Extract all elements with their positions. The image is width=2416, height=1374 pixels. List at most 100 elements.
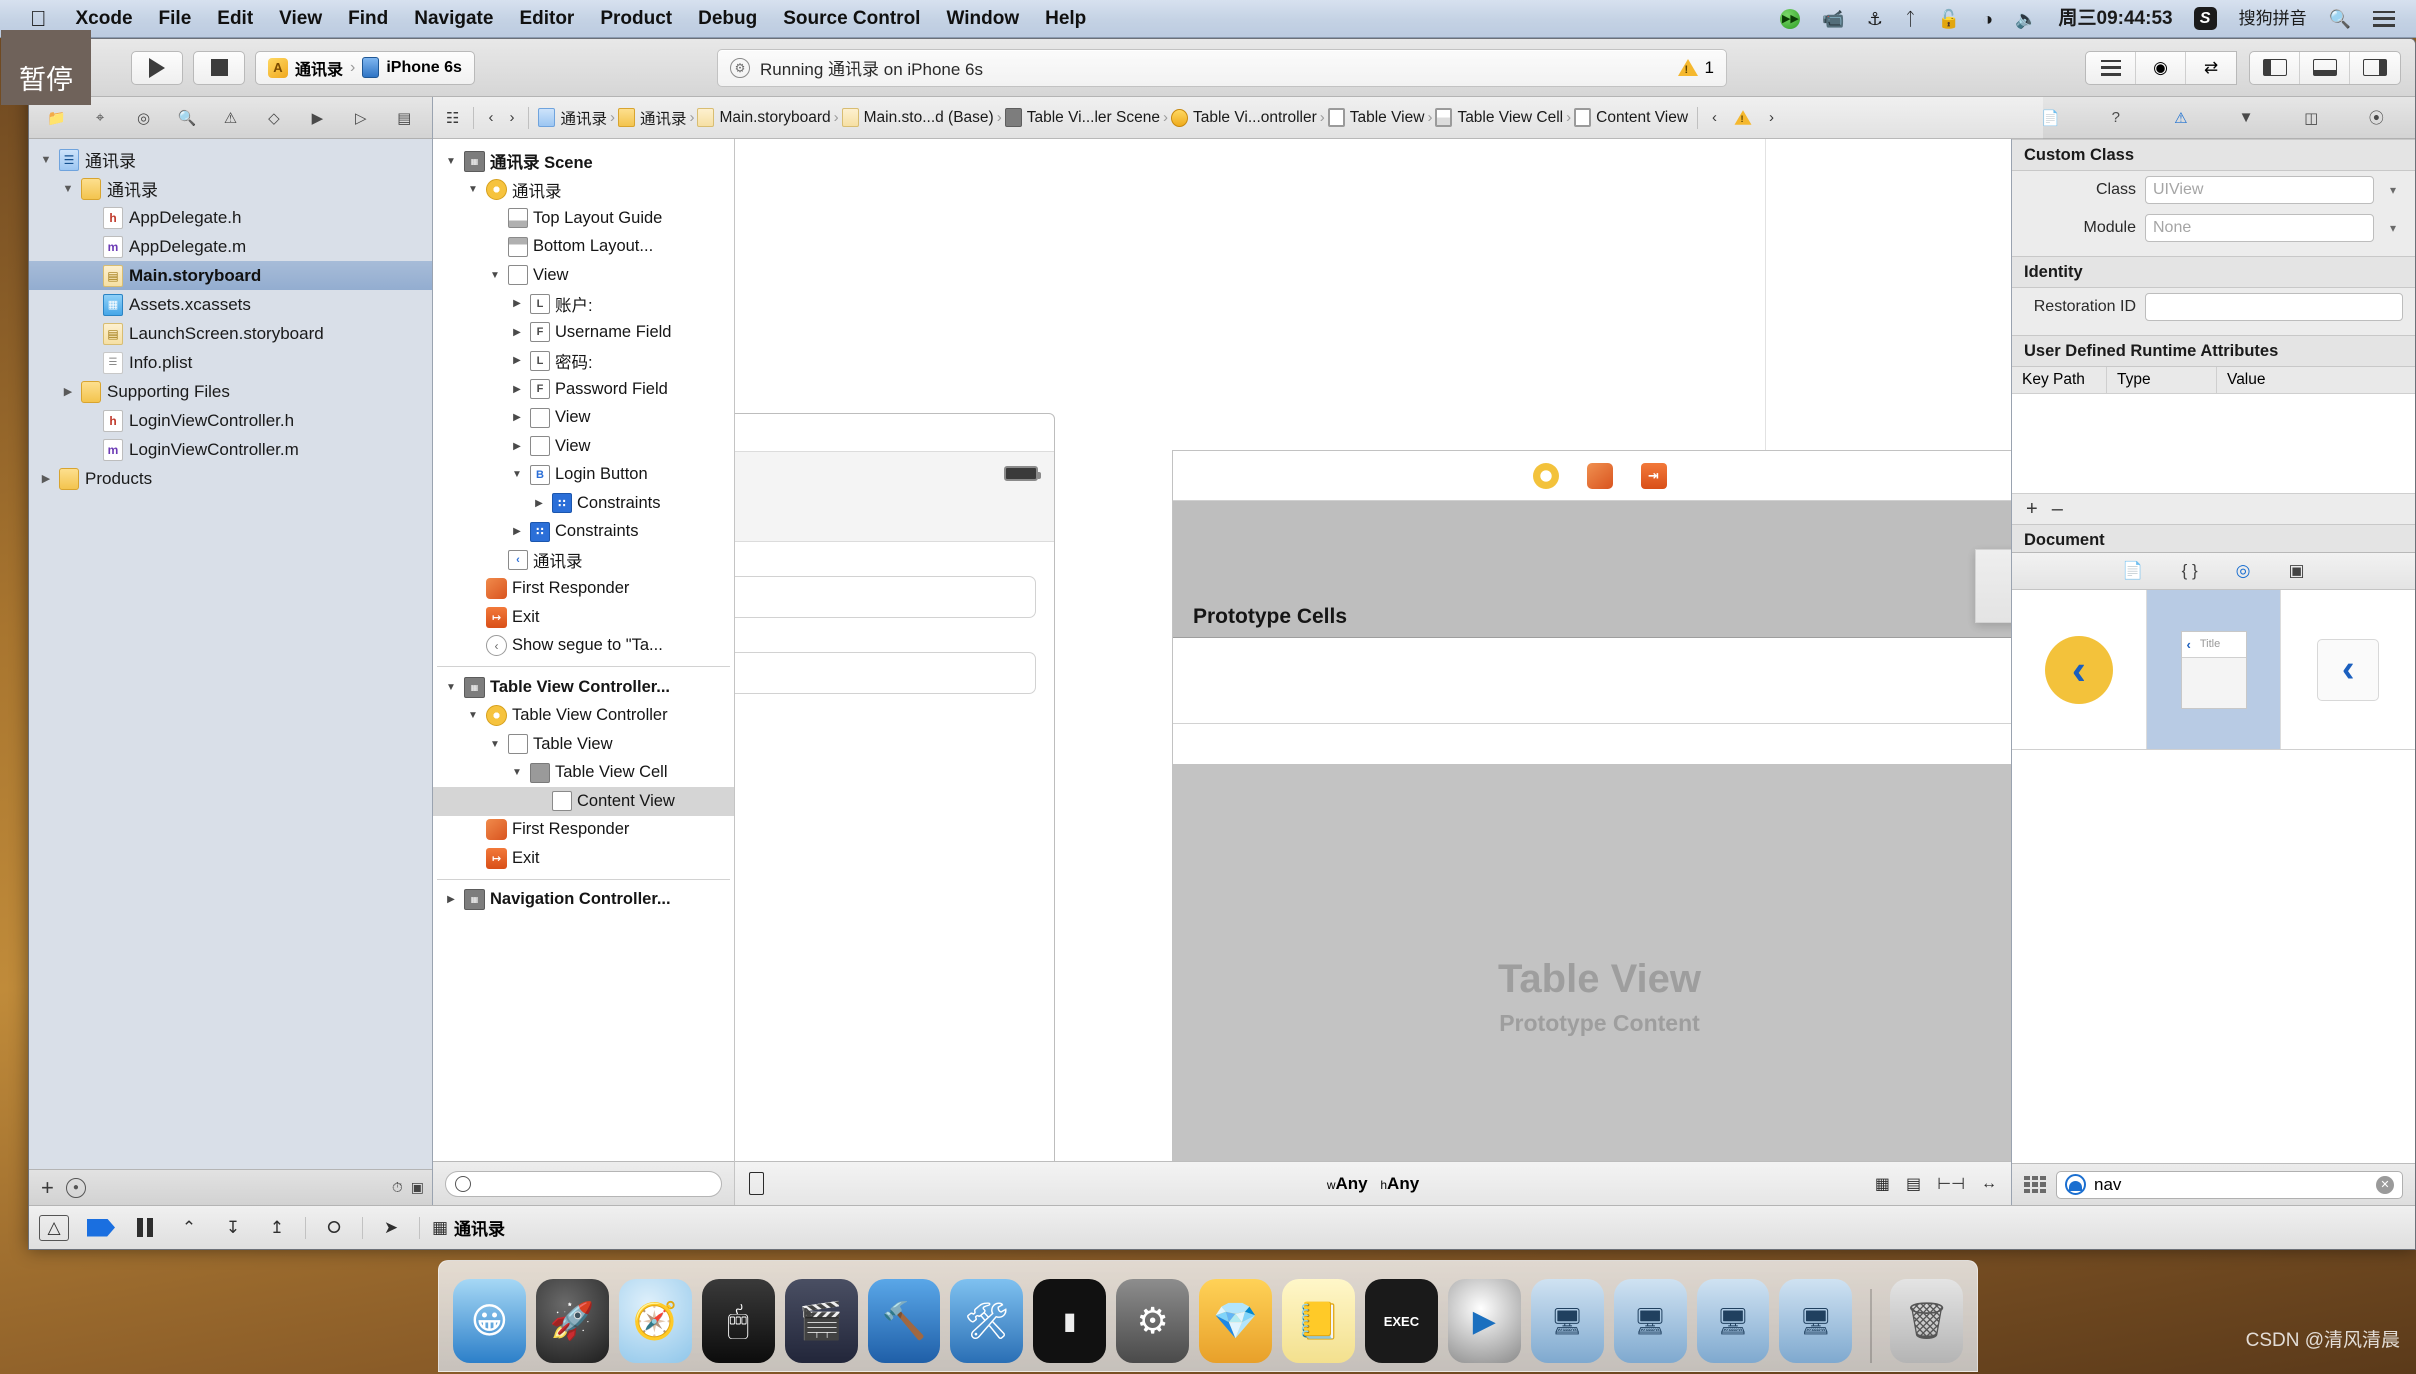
clear-icon[interactable]: ✕ <box>2376 1175 2394 1194</box>
class-input[interactable]: UIView <box>2145 176 2374 204</box>
menu-bar-clock[interactable]: 周三09:44:53 <box>2049 0 2183 38</box>
disclosure-triangle-icon[interactable]: ▼ <box>61 183 75 195</box>
menu-item-debug[interactable]: Debug <box>685 0 770 38</box>
debug-view-hierarchy-button[interactable]: ⭘ <box>312 1213 356 1243</box>
breadcrumb-item-4[interactable]: Table Vi...ler Scene <box>1004 108 1160 127</box>
chevron-down-icon[interactable]: ▾ <box>2383 214 2403 242</box>
device-icon[interactable] <box>749 1172 764 1195</box>
outline-row-13[interactable]: ▶ ∷ Constraints <box>433 518 734 547</box>
dock-item-system-preferences[interactable]: ⚙ <box>1116 1279 1190 1363</box>
airplay-icon[interactable]: ⚓ <box>1856 0 1894 38</box>
disclosure-triangle-icon[interactable]: ▶ <box>61 385 75 398</box>
runtime-attributes-table-body[interactable] <box>2012 394 2415 494</box>
file-row-supporting-files[interactable]: ▶ Supporting Files <box>29 377 432 406</box>
control-center-icon[interactable] <box>2362 0 2406 38</box>
prototype-cell[interactable] <box>1173 638 2011 724</box>
module-input[interactable]: None <box>2145 214 2374 242</box>
file-row-通讯录[interactable]: ▼ 通讯录 <box>29 174 432 203</box>
disclosure-triangle-icon[interactable]: ▼ <box>465 710 481 721</box>
code-snippet-library-icon[interactable]: { } <box>2182 561 2198 581</box>
standard-editor-icon[interactable] <box>2086 51 2136 84</box>
library-item-navigation-controller[interactable]: ‹ <box>2012 590 2147 749</box>
status-issues[interactable]: 1 <box>1677 58 1714 78</box>
screen-record-icon[interactable]: 📹 <box>1811 0 1855 38</box>
menu-item-view[interactable]: View <box>266 0 335 38</box>
disclosure-triangle-icon[interactable]: ▶ <box>531 498 547 509</box>
dock-item-finder[interactable]: 😀 <box>452 1279 526 1363</box>
size-class-indicator[interactable]: wAny hAny <box>1327 1174 1419 1194</box>
tab-project-navigator[interactable]: 📁 <box>42 105 72 131</box>
simulate-location-button[interactable]: ➤ <box>369 1213 413 1243</box>
filter-circle-icon[interactable]: ● <box>65 1177 86 1198</box>
add-file-button[interactable]: + <box>37 1175 58 1201</box>
debug-process-label[interactable]: 通讯录 <box>454 1215 505 1240</box>
volume-icon[interactable]: 🔈 <box>2004 0 2048 38</box>
outline-row-19[interactable]: ▼ Table View Controller <box>433 702 734 731</box>
breadcrumb-item-0[interactable]: 通讯录 <box>538 107 607 129</box>
disclosure-triangle-icon[interactable]: ▶ <box>39 472 53 485</box>
dock-item-safari[interactable]: 🧭 <box>618 1279 692 1363</box>
breadcrumb-item-7[interactable]: Table View Cell <box>1435 108 1563 127</box>
stop-button[interactable] <box>193 50 245 85</box>
login-scene[interactable] <box>735 413 1055 1205</box>
align-icon[interactable]: ▦ <box>1875 1174 1890 1194</box>
dock-item-sketch[interactable]: 💎 <box>1199 1279 1273 1363</box>
tab-source-control-navigator[interactable]: ⌖ <box>85 105 115 131</box>
resolve-issues-icon[interactable]: ⊢⊣ <box>1937 1174 1965 1194</box>
panel-toggle-segment[interactable] <box>2249 50 2401 85</box>
disclosure-triangle-icon[interactable]: ▶ <box>509 441 525 452</box>
file-row-appdelegate-m[interactable]: m AppDelegate.m <box>29 232 432 261</box>
menu-item-window[interactable]: Window <box>933 0 1032 38</box>
disclosure-triangle-icon[interactable]: ▶ <box>509 327 525 338</box>
related-items-icon[interactable]: ☷ <box>441 109 464 127</box>
view-controller-icon[interactable] <box>1532 462 1559 489</box>
step-into-button[interactable]: ↧ <box>211 1213 255 1243</box>
breadcrumb-item-2[interactable]: Main.storyboard <box>697 108 831 127</box>
media-library-icon[interactable]: ▣ <box>2289 561 2305 581</box>
outline-row-21[interactable]: ▼ Table View Cell <box>433 759 734 788</box>
wifi-icon[interactable]: ◑ <box>1971 0 2004 38</box>
source-control-filter-icon[interactable]: ▣ <box>411 1179 424 1196</box>
previous-issue-button[interactable]: ‹ <box>1707 109 1722 126</box>
outline-row-3[interactable]: Bottom Layout... <box>433 233 734 262</box>
resizing-icon[interactable]: ↔ <box>1981 1175 1997 1193</box>
menu-item-navigate[interactable]: Navigate <box>401 0 506 38</box>
outline-row-11[interactable]: ▼ B Login Button <box>433 461 734 490</box>
bluetooth-icon[interactable]: ᛏ <box>1894 0 1927 38</box>
hide-debug-area-icon[interactable]: △ <box>39 1214 69 1241</box>
run-button[interactable] <box>131 50 183 85</box>
outline-search-input[interactable] <box>445 1170 722 1197</box>
activity-status-bar[interactable]: ⚙ Running 通讯录 on iPhone 6s 1 <box>717 48 1727 87</box>
version-editor-icon[interactable]: ⇄ <box>2186 52 2236 84</box>
outline-row-20[interactable]: ▼ Table View <box>433 730 734 759</box>
process-icon[interactable]: ▦ <box>426 1213 454 1243</box>
dock-item-mouse-app[interactable]: 🖱 <box>701 1279 775 1363</box>
menu-item-product[interactable]: Product <box>587 0 685 38</box>
drag-preview-navigation-item[interactable]: Title <box>1975 549 2011 623</box>
outline-row-2[interactable]: Top Layout Guide <box>433 204 734 233</box>
file-row-info-plist[interactable]: ☰ Info.plist <box>29 348 432 377</box>
outline-row-6[interactable]: ▶ F Username Field <box>433 318 734 347</box>
outline-row-16[interactable]: ↦ Exit <box>433 603 734 632</box>
file-row-assets-xcassets[interactable]: ▦ Assets.xcassets <box>29 290 432 319</box>
disclosure-triangle-icon[interactable]: ▼ <box>487 270 503 281</box>
table-view-controller-scene[interactable]: ⇥ Prototype Cells Table View Prototype C… <box>1172 450 2011 1205</box>
dock-item-executable[interactable]: EXEC <box>1364 1279 1438 1363</box>
add-attribute-button[interactable]: + <box>2026 498 2038 521</box>
disclosure-triangle-icon[interactable]: ▼ <box>509 469 525 480</box>
outline-row-14[interactable]: ‹ 通讯录 <box>433 546 734 575</box>
outline-tree[interactable]: ▼ ▦ 通讯录 Scene ▼ 通讯录 Top Layout Guide Bottom La… <box>433 97 734 1161</box>
grid-icon[interactable] <box>2024 1175 2046 1194</box>
tab-report-navigator[interactable]: ▤ <box>389 105 419 131</box>
outline-row-1[interactable]: ▼ 通讯录 <box>433 176 734 205</box>
outline-row-8[interactable]: ▶ F Password Field <box>433 375 734 404</box>
toggle-inspector-icon[interactable] <box>2350 52 2400 84</box>
toggle-navigator-icon[interactable] <box>2250 51 2300 84</box>
breadcrumb[interactable]: 通讯录 › 通讯录 › Main.storyboard › Main.sto...d (Ba… <box>538 107 1688 129</box>
tab-breakpoint-navigator[interactable]: ▷ <box>346 105 376 131</box>
outline-row-15[interactable]: First Responder <box>433 575 734 604</box>
continue-button[interactable] <box>79 1213 123 1243</box>
username-field[interactable] <box>735 576 1036 618</box>
disclosure-triangle-icon[interactable]: ▶ <box>509 412 525 423</box>
assistant-editor-icon[interactable]: ◉ <box>2136 51 2186 84</box>
